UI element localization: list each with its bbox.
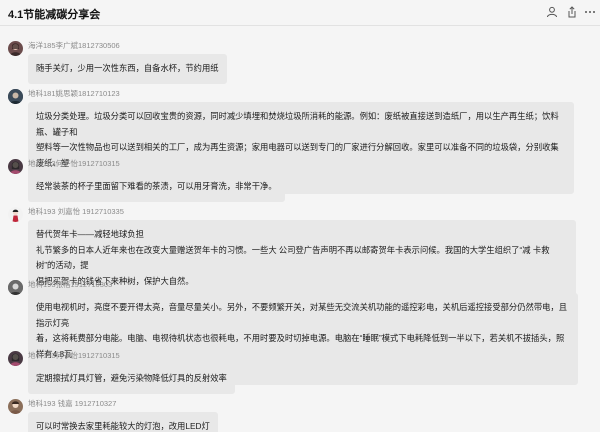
avatar[interactable] <box>8 351 23 366</box>
sender-name[interactable]: 地科193何子怡1912710315 <box>28 158 120 169</box>
message-text: 替代贺年卡——减轻地球负担 <box>36 229 144 239</box>
person-icon[interactable] <box>544 4 560 20</box>
avatar[interactable] <box>8 159 23 174</box>
message-bubble[interactable]: 随手关灯，少用一次性东西，自备水杯，节约用纸 <box>28 54 227 84</box>
avatar[interactable] <box>8 207 23 222</box>
sender-name[interactable]: 地科181姚思颖1812710123 <box>28 88 120 99</box>
chat-title: 4.1节能减碳分享会 <box>8 9 101 21</box>
share-icon[interactable] <box>564 4 580 20</box>
more-icon[interactable] <box>582 4 598 20</box>
message-text: 定期擦拭灯具灯管，避免污染物降低灯具的反射效率 <box>36 373 227 383</box>
message-text: 随手关灯，少用一次性东西，自备水杯，节约用纸 <box>36 63 219 73</box>
message-bubble[interactable]: 经常装茶的杯子里面留下难看的茶渍，可以用牙膏洗，非常干净。 <box>28 172 285 202</box>
avatar[interactable] <box>8 41 23 56</box>
message-text: 可以时常换去家里耗能较大的灯泡，改用LED灯 <box>36 421 210 431</box>
avatar[interactable] <box>8 89 23 104</box>
sender-name[interactable]: 地科193张格1912710303 <box>28 279 112 290</box>
message-bubble[interactable]: 可以时常换去家里耗能较大的灯泡，改用LED灯 <box>28 412 218 432</box>
message-text: 倡把买贺卡的钱省下来种树，保护大自然。 <box>36 275 194 286</box>
message-bubble[interactable]: 定期擦拭灯具灯管，避免污染物降低灯具的反射效率 <box>28 364 235 394</box>
message-text: 经常装茶的杯子里面留下难看的茶渍，可以用牙膏洗，非常干净。 <box>36 181 277 191</box>
avatar[interactable] <box>8 280 23 295</box>
sender-name[interactable]: 海洋185李广斌1812730506 <box>28 40 120 51</box>
message-text: 使用电视机时，亮度不要开得太亮，音量尽量关小。另外，不要频繁开关，对某些无交流关… <box>36 302 568 328</box>
message-list[interactable]: 海洋185李广斌1812730506 随手关灯，少用一次性东西，自备水杯，节约用… <box>0 27 600 432</box>
sender-name[interactable]: 地科193 刘嘉怡 1912710335 <box>28 206 124 217</box>
sender-name[interactable]: 地科193何子怡1912710315 <box>28 350 120 361</box>
title-bar: 4.1节能减碳分享会 <box>0 0 600 26</box>
message-text: 礼节繁多的日本人近年来也在改变大量赠送贺年卡的习惯。一些大 公司登广告声明不再以… <box>36 244 550 271</box>
sender-name[interactable]: 地科193 钱嘉 1912710327 <box>28 398 116 409</box>
avatar[interactable] <box>8 399 23 414</box>
message-text: 垃圾分类处理。垃圾分类可以回收宝贵的资源，同时减少填埋和焚烧垃圾所消耗的能源。例… <box>36 111 559 137</box>
